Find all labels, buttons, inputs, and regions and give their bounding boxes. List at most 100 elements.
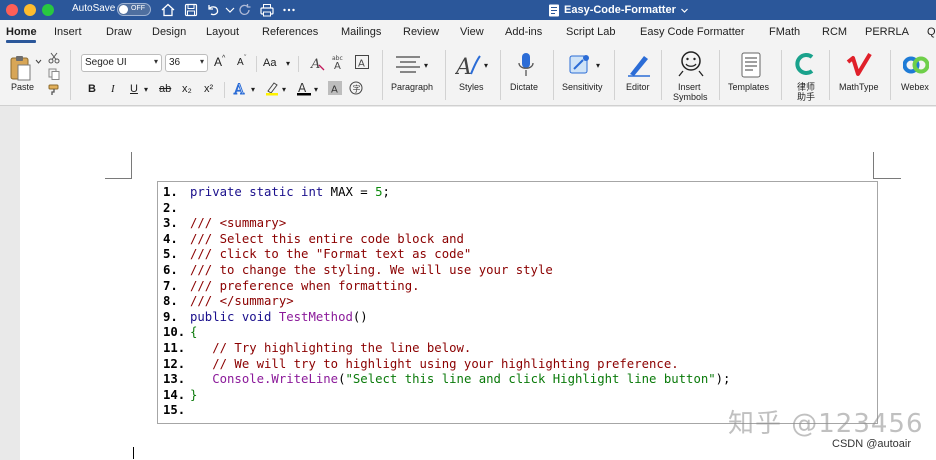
code-line[interactable]: 15. <box>163 403 190 419</box>
separator <box>553 50 554 100</box>
superscript-button[interactable]: x² <box>204 83 213 95</box>
code-line[interactable]: 9. public void TestMethod() <box>163 310 368 326</box>
close-window-button[interactable] <box>6 4 18 16</box>
paragraph-icon[interactable] <box>394 54 424 76</box>
separator <box>500 50 501 100</box>
tab-references[interactable]: References <box>262 26 318 38</box>
webex-icon[interactable] <box>903 54 929 76</box>
code-block[interactable]: 1. private static int MAX = 5; 2. 3. /// <su… <box>157 181 878 424</box>
highlight-color-icon[interactable] <box>264 80 280 96</box>
document-icon <box>549 4 559 16</box>
lawyer-assistant-icon[interactable] <box>794 52 818 76</box>
insert-symbols-icon[interactable] <box>677 50 705 78</box>
tab-design[interactable]: Design <box>152 26 186 38</box>
separator <box>890 50 891 100</box>
tab-perrla[interactable]: PERRLA <box>865 26 909 38</box>
strikethrough-button[interactable]: ab <box>159 83 171 95</box>
grow-font-button[interactable]: A <box>214 56 222 68</box>
code-line[interactable]: 10. { <box>163 325 197 341</box>
italic-button[interactable]: I <box>111 83 115 95</box>
code-line[interactable]: 2. <box>163 201 190 217</box>
redo-icon[interactable] <box>237 2 253 18</box>
home-icon[interactable] <box>160 2 176 18</box>
code-line[interactable]: 4. /// Select this entire code block and <box>163 232 464 248</box>
underline-button[interactable]: U <box>130 83 138 95</box>
code-line[interactable]: 13. Console.WriteLine("Select this line … <box>163 372 730 388</box>
font-name-value: Segoe UI <box>85 57 127 68</box>
sensitivity-icon[interactable] <box>568 52 594 78</box>
character-shading-icon[interactable]: A <box>328 81 342 95</box>
line-number: 9. <box>163 309 178 324</box>
code-line[interactable]: 14.} <box>163 388 197 404</box>
text-cursor <box>133 447 134 459</box>
code-line[interactable]: 8. /// </summary> <box>163 294 294 310</box>
chevron-down-icon: ▾ <box>286 59 291 68</box>
mathtype-icon[interactable] <box>846 52 874 78</box>
code-token: private static int <box>190 185 331 199</box>
paste-icon[interactable] <box>8 54 34 82</box>
clear-formatting-icon[interactable]: A <box>310 55 326 71</box>
code-line[interactable]: 6. /// to change the styling. We will use… <box>163 263 553 279</box>
text-effects-icon[interactable]: A <box>233 80 249 97</box>
tab-insert[interactable]: Insert <box>54 26 82 38</box>
tab-draw[interactable]: Draw <box>106 26 132 38</box>
tab-mailings[interactable]: Mailings <box>341 26 381 38</box>
code-token: /// Select this entire code block and <box>190 231 464 246</box>
tab-review[interactable]: Review <box>403 26 439 38</box>
tab-fmath[interactable]: FMath <box>769 26 800 38</box>
more-icon[interactable] <box>281 2 297 18</box>
font-name-select[interactable]: Segoe UI ▾ <box>81 54 162 72</box>
ribbon-tabs: Home Insert Draw Design Layout Reference… <box>0 20 936 44</box>
phonetic-guide-icon[interactable]: abc A <box>331 54 347 70</box>
svg-text:A: A <box>334 61 341 70</box>
code-line[interactable]: 5. /// click to the "Format text as code" <box>163 247 471 263</box>
undo-icon[interactable] <box>205 2 221 18</box>
code-line[interactable]: 7. /// preference when formatting. <box>163 279 420 295</box>
document-title[interactable]: Easy-Code-Formatter <box>548 2 689 18</box>
font-color-icon[interactable]: A <box>296 80 312 96</box>
change-case-button[interactable]: Aa <box>263 57 276 69</box>
font-size-select[interactable]: 36 ▾ <box>165 54 208 72</box>
tab-home[interactable]: Home <box>6 26 37 38</box>
bold-button[interactable]: B <box>88 83 96 95</box>
autosave-toggle[interactable]: OFF <box>117 3 151 16</box>
maximize-window-button[interactable] <box>42 4 54 16</box>
cut-icon[interactable] <box>48 52 60 64</box>
subscript-button[interactable]: x₂ <box>182 83 192 95</box>
chevron-down-icon[interactable] <box>222 2 238 18</box>
line-number: 13. <box>163 372 186 387</box>
microphone-icon[interactable] <box>516 52 536 78</box>
separator <box>829 50 830 100</box>
character-border-icon[interactable]: A <box>354 54 370 70</box>
tab-q[interactable]: Q <box>927 26 936 38</box>
code-line[interactable]: 1. private static int MAX = 5; <box>163 185 390 201</box>
code-token: // Try highlighting the line below. <box>190 341 472 355</box>
code-token: /// to change the styling. We will use y… <box>190 263 553 277</box>
code-line[interactable]: 11. // Try highlighting the line below. <box>163 341 471 357</box>
chevron-down-icon: ▾ <box>282 85 287 94</box>
templates-icon[interactable] <box>741 52 761 78</box>
tab-view[interactable]: View <box>460 26 484 38</box>
tab-layout[interactable]: Layout <box>206 26 239 38</box>
chevron-down-icon: ▾ <box>424 61 429 70</box>
shrink-font-button[interactable]: A <box>237 57 244 69</box>
tab-script-lab[interactable]: Script Lab <box>566 26 616 38</box>
tab-easy-code-formatter[interactable]: Easy Code Formatter <box>640 26 745 38</box>
tab-add-ins[interactable]: Add-ins <box>505 26 542 38</box>
tab-rcm[interactable]: RCM <box>822 26 847 38</box>
chevron-down-icon: ▾ <box>144 85 149 94</box>
copy-icon[interactable] <box>48 68 60 80</box>
code-line[interactable]: 3. /// <summary> <box>163 216 286 232</box>
minimize-window-button[interactable] <box>24 4 36 16</box>
line-number: 6. <box>163 263 178 277</box>
print-icon[interactable] <box>259 2 275 18</box>
styles-icon[interactable]: A <box>455 52 483 78</box>
enclose-characters-icon[interactable]: 字 <box>349 81 363 95</box>
editor-icon[interactable] <box>626 52 652 78</box>
code-line[interactable]: 12. // We will try to highlight using yo… <box>163 357 679 373</box>
format-painter-icon[interactable] <box>48 84 60 96</box>
font-size-value: 36 <box>169 57 181 68</box>
chevron-down-icon[interactable] <box>35 58 42 65</box>
crop-mark <box>105 178 132 179</box>
save-icon[interactable] <box>183 2 199 18</box>
